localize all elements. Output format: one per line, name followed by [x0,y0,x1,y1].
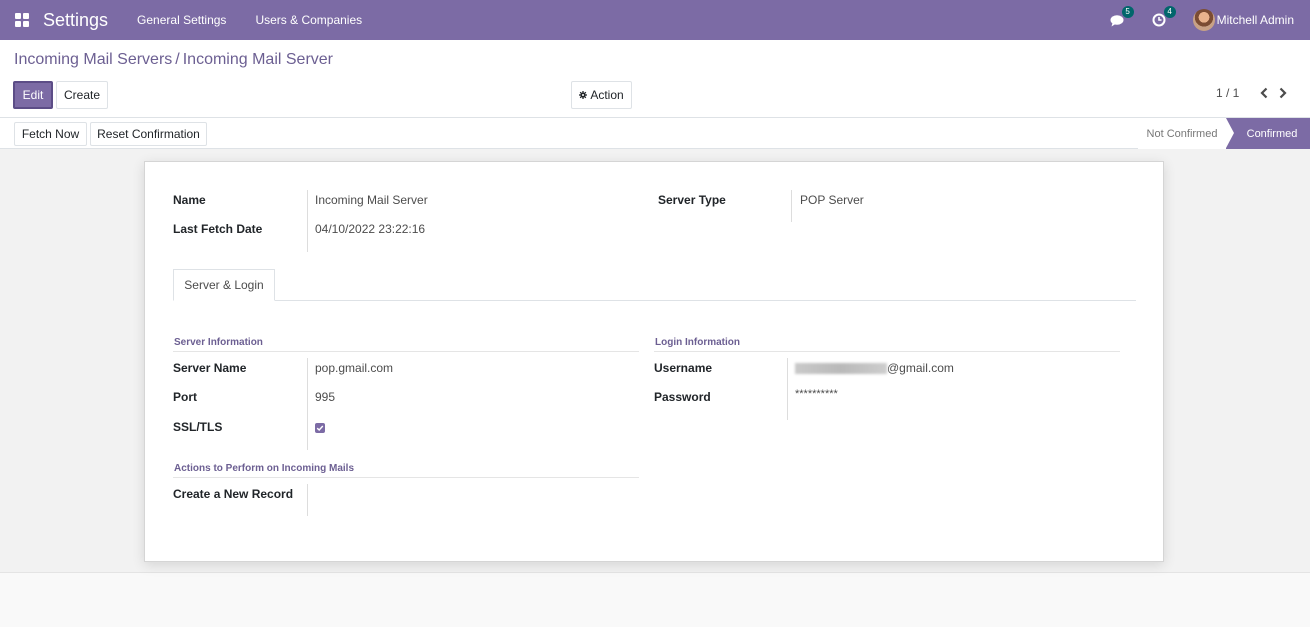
reset-confirmation-button[interactable]: Reset Confirmation [90,122,207,146]
form-statusbar: Fetch Now Reset Confirmation Not Confirm… [0,118,1310,149]
control-panel: Incoming Mail Servers / Incoming Mail Serv… [0,40,1310,118]
chevron-left-icon [1260,87,1268,99]
apps-menu-icon[interactable] [15,13,29,27]
messages-icon[interactable]: 5 [1109,6,1134,28]
name-label: Name [173,193,206,207]
user-avatar[interactable] [1192,9,1215,31]
actions-incoming-mails-title: Actions to Perform on Incoming Mails [174,463,355,474]
server-name-value: pop.gmail.com [315,361,394,375]
edit-button[interactable]: Edit [13,81,53,109]
field-divider [307,358,308,450]
status-step-confirmed[interactable]: Confirmed [1226,118,1310,149]
checkmark-icon [316,425,324,431]
username-label: Username [654,361,713,375]
pager-next-button[interactable] [1275,85,1291,101]
action-button[interactable]: Action [571,81,632,109]
gear-icon [579,91,588,99]
server-type-value: POP Server [800,193,864,207]
name-value: Incoming Mail Server [315,193,428,207]
field-divider [791,190,792,222]
last-fetch-date-label: Last Fetch Date [173,222,263,236]
menu-general-settings[interactable]: General Settings [137,13,226,27]
pager-value[interactable]: 1 / 1 [1216,86,1239,100]
clock-icon [1152,13,1166,27]
server-name-label: Server Name [173,361,247,375]
systray: 5 4 Mitchell Admin [1109,0,1294,40]
activities-icon[interactable]: 4 [1151,6,1176,28]
server-information-title: Server Information [174,337,263,348]
ssl-tls-checkbox[interactable] [315,423,325,433]
server-type-label: Server Type [658,193,726,207]
status-step-not-confirmed[interactable]: Not Confirmed [1138,118,1226,149]
field-divider [787,358,788,420]
port-label: Port [173,390,197,404]
app-title[interactable]: Settings [43,10,108,31]
username-value: @gmail.com [795,361,954,375]
create-button[interactable]: Create [56,81,108,109]
pager-previous-button[interactable] [1256,85,1272,101]
redacted-username [795,363,887,375]
breadcrumb-parent-link[interactable]: Incoming Mail Servers [14,51,172,68]
breadcrumb: Incoming Mail Servers / Incoming Mail Serv… [14,51,333,69]
password-label: Password [654,390,711,404]
ssl-tls-label: SSL/TLS [173,420,223,434]
top-navbar: Settings General Settings Users & Compan… [0,0,1310,40]
separator-line [654,351,1120,352]
menu-users-companies[interactable]: Users & Companies [255,13,362,27]
username-domain: @gmail.com [887,361,954,375]
user-name[interactable]: Mitchell Admin [1217,13,1294,27]
messages-badge: 5 [1121,6,1134,18]
action-button-label: Action [590,88,624,102]
chat-bubble-icon [1110,14,1124,26]
last-fetch-date-value: 04/10/2022 23:22:16 [315,222,426,236]
tab-server-login[interactable]: Server & Login [173,269,275,301]
separator-line [173,351,639,352]
tab-underline [173,300,1136,301]
form-sheet: Name Incoming Mail Server Last Fetch Dat… [144,161,1164,562]
create-new-record-label: Create a New Record [173,487,294,501]
password-value: ********** [795,388,838,400]
field-divider [307,484,308,516]
login-information-title: Login Information [655,337,740,348]
breadcrumb-separator: / [175,51,180,68]
status-steps: Not Confirmed Confirmed [1138,118,1310,149]
separator-line [173,477,639,478]
breadcrumb-current: Incoming Mail Server [182,51,334,68]
field-divider [307,190,308,252]
port-value: 995 [315,390,336,404]
activities-badge: 4 [1163,6,1176,18]
chevron-right-icon [1279,87,1287,99]
fetch-now-button[interactable]: Fetch Now [14,122,87,146]
